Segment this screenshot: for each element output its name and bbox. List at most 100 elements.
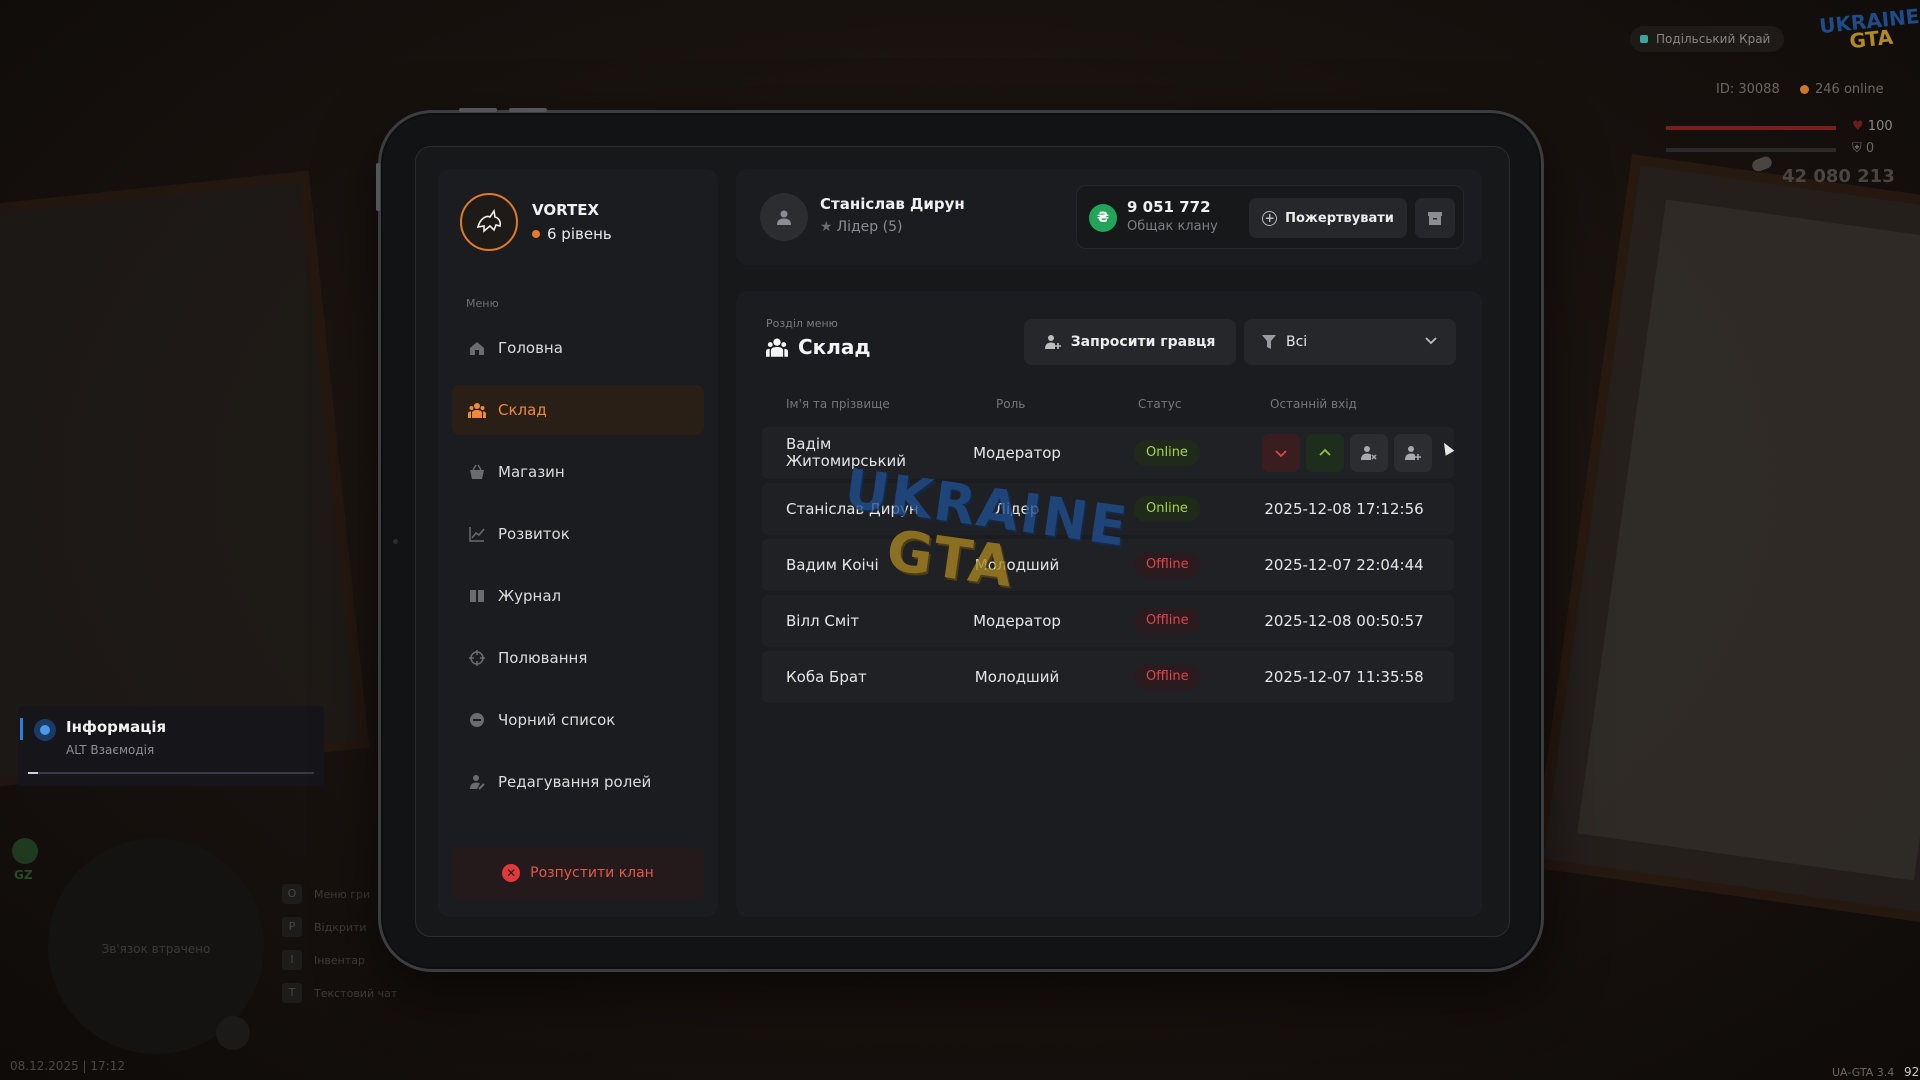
- disband-clan-button[interactable]: ✕ Розпустити клан: [452, 847, 704, 899]
- server-icon: [1640, 35, 1648, 43]
- heart-icon: ♥: [1852, 119, 1868, 134]
- sidebar-item-hunting[interactable]: Полювання: [452, 633, 704, 683]
- invite-label: Запросити гравця: [1070, 334, 1216, 350]
- armor-bar: [1666, 148, 1836, 152]
- sidebar-item-label: Чорний список: [498, 711, 616, 729]
- column-header-last-login: Останній вхід: [1270, 397, 1357, 411]
- member-last-login: 2025-12-08 00:50:57: [1264, 612, 1424, 630]
- info-notification: Інформація ALT Взаємодія: [18, 706, 324, 786]
- status-badge: Offline: [1134, 608, 1201, 634]
- hotkey-key: T: [282, 983, 302, 1003]
- archive-button[interactable]: [1415, 198, 1455, 238]
- kick-member-button[interactable]: [1350, 434, 1388, 472]
- hotkey-key: P: [282, 917, 302, 937]
- sidebar-item-blacklist[interactable]: Чорний список: [452, 695, 704, 745]
- blocked-icon: [468, 711, 486, 729]
- table-row[interactable]: Коба Брат Молодший Offline 2025-12-07 11…: [762, 651, 1454, 703]
- server-badge: Подільський Край: [1630, 26, 1785, 52]
- member-name: Коба Брат: [786, 667, 867, 686]
- sidebar-item-log[interactable]: Журнал: [452, 571, 704, 621]
- bank-amount: 9 051 772: [1127, 198, 1211, 216]
- health-bar: [1666, 126, 1836, 130]
- money-text: 42 080 213: [1782, 166, 1895, 187]
- online-text: 246 online: [1815, 82, 1884, 97]
- status-badge: Online: [1134, 440, 1200, 466]
- hotkey-key: I: [282, 950, 302, 970]
- promote-button[interactable]: [1306, 434, 1344, 472]
- member-actions: [1262, 427, 1438, 479]
- signal-lost-text: Зв'язок втрачено: [101, 942, 211, 956]
- sidebar-item-storage[interactable]: Склад: [452, 385, 704, 435]
- notification-accent: [20, 718, 23, 740]
- chevron-down-icon: [1275, 450, 1287, 458]
- avatar: [760, 193, 808, 241]
- fps-counter: 92: [1904, 1065, 1920, 1079]
- member-last-login: 2025-12-07 22:04:44: [1264, 556, 1424, 574]
- archive-icon: [1428, 212, 1442, 225]
- user-role-text: Лідер (5): [836, 219, 903, 235]
- filter-value: Всі: [1286, 334, 1308, 350]
- sidebar-item-label: Редагування ролей: [498, 773, 652, 791]
- sidebar-item-shop[interactable]: Магазин: [452, 447, 704, 497]
- tablet-camera: [393, 539, 398, 544]
- add-member-button[interactable]: [1394, 434, 1432, 472]
- user-plus-icon: [1044, 334, 1061, 350]
- clan-name: VORTEX: [532, 201, 600, 219]
- users-icon: [766, 337, 788, 357]
- menu-caption: Меню: [466, 297, 499, 310]
- table-header: Ім'я та прізвище Роль Статус Останній вх…: [786, 397, 1466, 413]
- member-last-login: 2025-12-08 17:12:56: [1264, 500, 1424, 518]
- book-icon: [468, 587, 486, 605]
- sidebar-item-role-edit[interactable]: Редагування ролей: [452, 757, 704, 807]
- sidebar-item-label: Журнал: [498, 587, 562, 605]
- clan-logo: [460, 193, 518, 251]
- star-icon: ★: [820, 219, 833, 235]
- clan-emblem-icon: [476, 208, 502, 233]
- hotkey-item: I Інвентар: [282, 950, 397, 970]
- donate-label: Пожертвувати: [1285, 210, 1394, 226]
- column-header-status: Статус: [1138, 397, 1182, 411]
- section-title-text: Склад: [798, 335, 871, 359]
- filter-icon: [1262, 335, 1276, 349]
- member-status: Offline: [1134, 595, 1201, 647]
- member-status: Offline: [1134, 651, 1201, 703]
- member-status: Online: [1134, 427, 1200, 479]
- hotkey-label: Інвентар: [314, 953, 366, 967]
- tablet-volume-button: [459, 108, 497, 112]
- user-icon: [777, 210, 791, 225]
- gz-icon: [12, 838, 38, 864]
- money-display: 42 080 213: [1750, 154, 1895, 187]
- armor-text: 0: [1865, 141, 1875, 156]
- info-icon: [34, 719, 56, 741]
- status-filter-select[interactable]: Всі: [1244, 319, 1456, 365]
- member-status: Offline: [1134, 539, 1201, 591]
- notification-progress: [28, 772, 314, 774]
- status-badge: Offline: [1134, 664, 1201, 690]
- health-value: ♥ 100: [1852, 119, 1893, 134]
- clan-level: 6 рівень: [532, 225, 612, 243]
- hotkey-label: Текстовий чат: [314, 986, 398, 1000]
- member-name: Вілл Сміт: [786, 611, 860, 630]
- user-name: Станіслав Дирун: [820, 195, 965, 213]
- sidebar-item-home[interactable]: Головна: [452, 323, 704, 373]
- hryvnia-icon: ₴: [1089, 204, 1117, 232]
- gz-label: GZ: [14, 868, 33, 882]
- invite-player-button[interactable]: Запросити гравця: [1024, 319, 1236, 365]
- cash-icon: [1750, 154, 1774, 174]
- donate-button[interactable]: + Пожертвувати: [1249, 198, 1407, 238]
- sidebar-item-label: Магазин: [498, 463, 565, 481]
- chart-icon: [468, 525, 486, 543]
- armor-value: ⛨ 0: [1852, 141, 1874, 156]
- user-edit-icon: [468, 773, 486, 791]
- column-header-name: Ім'я та прізвище: [786, 397, 890, 411]
- sidebar-item-development[interactable]: Розвиток: [452, 509, 704, 559]
- sidebar-item-label: Розвиток: [498, 525, 570, 543]
- health-text: 100: [1867, 119, 1893, 134]
- demote-button[interactable]: [1262, 434, 1300, 472]
- hotkey-label: Меню гри: [314, 887, 371, 901]
- user-role: ★ Лідер (5): [820, 219, 902, 235]
- chevron-down-icon: [1424, 333, 1438, 347]
- notification-title: Інформація: [66, 718, 167, 736]
- disband-label: Розпустити клан: [530, 865, 654, 881]
- version-label: UA-GTA 3.4: [1832, 1066, 1895, 1079]
